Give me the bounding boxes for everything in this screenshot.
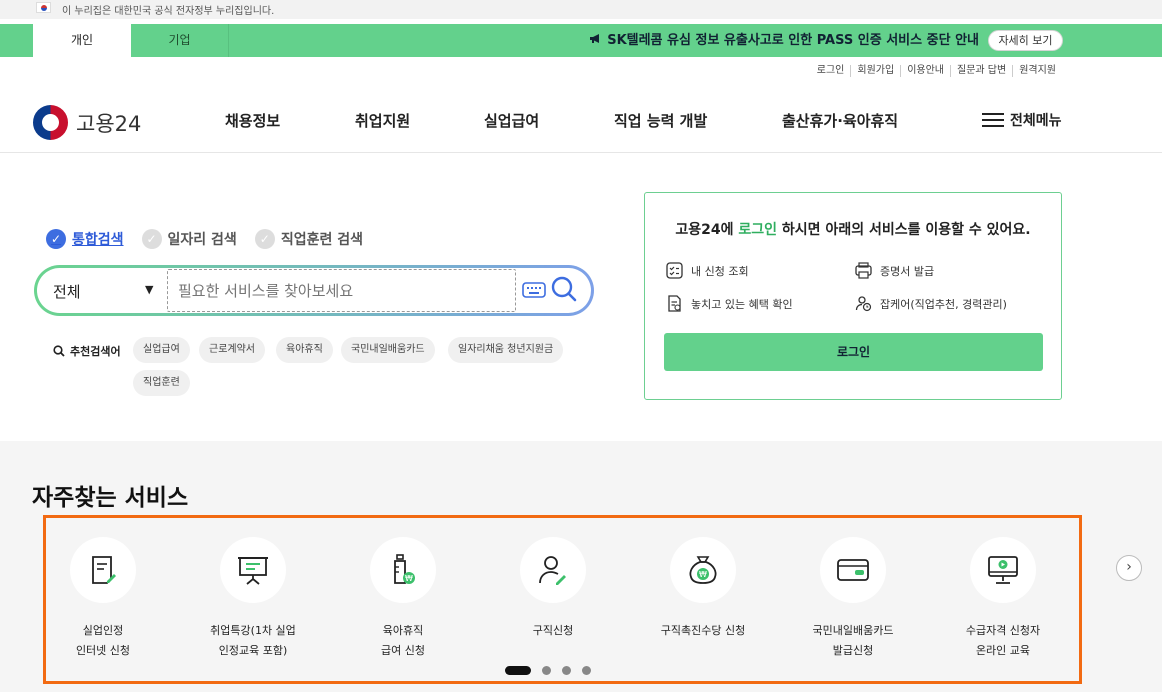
svg-text:₩: ₩	[699, 570, 707, 579]
check-icon: ✓	[141, 229, 162, 249]
service-jobcare[interactable]: 잡케어(직업추천, 경력관리)	[855, 295, 1007, 312]
flag-icon	[36, 2, 51, 13]
nav-unemployment-benefit[interactable]: 실업급여	[484, 110, 539, 131]
keyword-chip[interactable]: 국민내일배움카드	[341, 337, 435, 363]
util-remote-link[interactable]: 원격지원	[1012, 65, 1062, 77]
carousel-pagination	[505, 666, 602, 675]
search-bar: 전체 ▼	[34, 265, 594, 316]
search-category-select[interactable]: 전체	[53, 281, 81, 302]
keyword-chip[interactable]: 육아휴직	[276, 337, 333, 363]
service-item-online-education[interactable]: 수급자격 신청자 온라인 교육	[923, 537, 1083, 661]
svg-text:₩: ₩	[405, 574, 413, 583]
tab-business[interactable]: 기업	[131, 24, 229, 57]
pagination-dot[interactable]	[505, 666, 531, 675]
keyword-chip[interactable]: 직업훈련	[133, 370, 190, 396]
hamburger-icon	[982, 112, 1004, 128]
login-highlight: 로그인	[738, 222, 778, 238]
nav-jobs[interactable]: 채용정보	[225, 110, 280, 131]
keyword-chip[interactable]: 근로계약서	[199, 337, 265, 363]
util-qna-link[interactable]: 질문과 답변	[950, 65, 1012, 77]
document-pen-icon	[70, 537, 136, 603]
notice-message[interactable]: SK텔레콤 유심 정보 유출사고로 인한 PASS 인증 서비스 중단 안내	[589, 24, 979, 57]
search-type-label: 일자리 검색	[167, 232, 237, 248]
person-pen-icon	[520, 537, 586, 603]
search-type-label: 직업훈련 검색	[280, 232, 363, 248]
util-signup-link[interactable]: 회원가입	[850, 65, 900, 77]
gov-banner: 이 누리집은 대한민국 공식 전자정부 누리집입니다.	[0, 0, 1162, 19]
utility-links: 로그인 회원가입 이용안내 질문과 답변 원격지원	[811, 65, 1062, 77]
all-menu-label: 전체메뉴	[1010, 113, 1062, 129]
presentation-board-icon	[220, 537, 286, 603]
nav-vocational-training[interactable]: 직업 능력 개발	[614, 110, 707, 131]
frequent-services-section: 자주찾는 서비스 실업인정 인터넷 신청 취업특강(1차 실업 인정교육 포함) ₩…	[0, 441, 1162, 692]
taegeuk-logo-icon	[33, 105, 68, 140]
nav-employment-support[interactable]: 취업지원	[355, 110, 410, 131]
nav-parental-leave[interactable]: 출산휴가·육아휴직	[782, 110, 898, 131]
pagination-dot[interactable]	[562, 666, 571, 675]
card-icon	[820, 537, 886, 603]
check-icon: ✓	[254, 229, 275, 249]
section-title: 자주찾는 서비스	[32, 485, 189, 511]
keyword-chip[interactable]: 일자리채움 청년지원금	[448, 337, 564, 363]
all-menu-button[interactable]: 전체메뉴	[982, 110, 1062, 130]
document-check-icon	[668, 295, 681, 312]
search-type-label: 통합검색	[72, 232, 124, 248]
search-type-selector: ✓ 통합검색 ✓ 일자리 검색 ✓ 직업훈련 검색	[46, 229, 381, 249]
carousel-next-button[interactable]: ›	[1116, 555, 1142, 581]
pagination-dot[interactable]	[542, 666, 551, 675]
service-missed-benefits[interactable]: 놓치고 있는 혜택 확인	[666, 295, 793, 312]
service-my-applications[interactable]: 내 신청 조회	[666, 262, 749, 279]
service-item-employment-lecture[interactable]: 취업특강(1차 실업 인정교육 포함)	[173, 537, 333, 661]
service-item-unemployment-recognition[interactable]: 실업인정 인터넷 신청	[23, 537, 183, 661]
caret-down-icon[interactable]: ▼	[145, 283, 153, 296]
service-carousel: 실업인정 인터넷 신청 취업특강(1차 실업 인정교육 포함) ₩ 육아휴직 급여 신…	[43, 515, 1082, 684]
util-login-link[interactable]: 로그인	[811, 65, 851, 77]
keyword-chip[interactable]: 실업급여	[133, 337, 190, 363]
service-item-learning-card[interactable]: 국민내일배움카드 발급신청	[773, 537, 933, 661]
megaphone-icon	[589, 24, 601, 57]
search-input[interactable]	[167, 269, 516, 312]
tab-individual[interactable]: 개인	[33, 24, 131, 57]
site-logo[interactable]: 고용24	[33, 105, 141, 140]
login-card-title: 고용24에 로그인 하시면 아래의 서비스를 이용할 수 있어요.	[675, 222, 1031, 238]
service-item-job-promotion-allowance[interactable]: ₩ 구직촉진수당 신청	[623, 537, 783, 641]
recommend-label: 추천검색어	[53, 343, 121, 359]
check-icon: ✓	[46, 229, 66, 249]
service-item-parental-leave-benefit[interactable]: ₩ 육아휴직 급여 신청	[323, 537, 483, 661]
gov-banner-text: 이 누리집은 대한민국 공식 전자정부 누리집입니다.	[62, 6, 275, 17]
search-type-training[interactable]: ✓ 직업훈련 검색	[254, 229, 363, 249]
login-button[interactable]: 로그인	[664, 333, 1043, 371]
keyboard-icon[interactable]	[522, 281, 546, 303]
service-item-job-registration[interactable]: 구직신청	[473, 537, 633, 641]
search-icon[interactable]	[550, 275, 578, 307]
pagination-dot[interactable]	[582, 666, 591, 675]
logo-text: 고용24	[76, 111, 142, 136]
money-bag-icon: ₩	[670, 537, 736, 603]
service-certificate[interactable]: 증명서 발급	[855, 262, 934, 279]
util-guide-link[interactable]: 이용안내	[900, 65, 950, 77]
notice-bar: 개인 기업 SK텔레콤 유심 정보 유출사고로 인한 PASS 인증 서비스 중…	[0, 24, 1162, 57]
main-header: 고용24 채용정보 취업지원 실업급여 직업 능력 개발 출산휴가·육아휴직 전…	[0, 88, 1162, 153]
printer-icon	[855, 262, 872, 279]
monitor-play-icon	[970, 537, 1036, 603]
search-type-integrated[interactable]: ✓ 통합검색	[46, 229, 124, 249]
notice-detail-button[interactable]: 자세히 보기	[988, 30, 1063, 51]
baby-bottle-icon: ₩	[370, 537, 436, 603]
search-icon	[53, 345, 65, 357]
login-card: 고용24에 로그인 하시면 아래의 서비스를 이용할 수 있어요. 내 신청 조…	[644, 192, 1062, 400]
notice-text: SK텔레콤 유심 정보 유출사고로 인한 PASS 인증 서비스 중단 안내	[607, 33, 979, 48]
chevron-right-icon: ›	[1126, 559, 1132, 575]
checklist-icon	[666, 262, 683, 279]
recommend-label-text: 추천검색어	[70, 345, 121, 358]
person-clock-icon	[855, 296, 872, 312]
search-type-jobs[interactable]: ✓ 일자리 검색	[141, 229, 237, 249]
